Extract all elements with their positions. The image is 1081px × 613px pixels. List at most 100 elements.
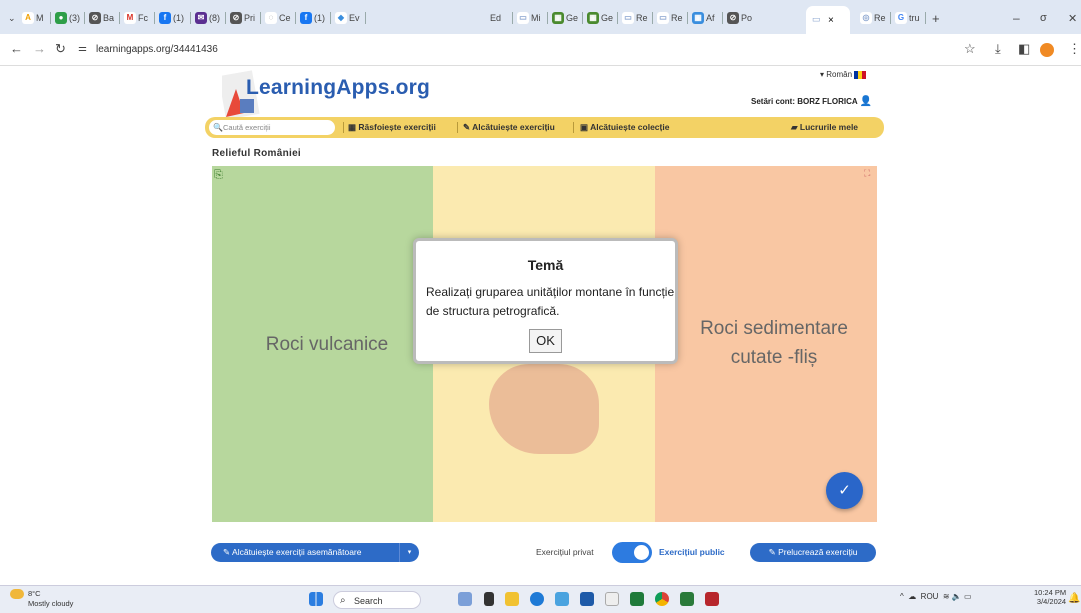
- tab-list-button[interactable]: ⌄: [8, 10, 16, 26]
- wifi-icon: ≋: [942, 592, 950, 601]
- tab-icon: ◎: [860, 12, 872, 24]
- dialog-text: Realizați gruparea unităților montane în…: [426, 285, 675, 318]
- language-selector[interactable]: ▾ Român: [820, 70, 867, 79]
- file-explorer-icon[interactable]: [505, 592, 519, 606]
- nav-my-work[interactable]: ▰ Lucrurile mele: [791, 122, 858, 133]
- taskbar-search[interactable]: ⌕ Search: [333, 591, 421, 609]
- edit-exercise-button[interactable]: ✎ Prelucrează exercițiu: [750, 543, 876, 562]
- ok-button[interactable]: OK: [529, 329, 562, 353]
- tab-5[interactable]: f (1): [159, 10, 184, 26]
- windows-start-icon[interactable]: [309, 592, 323, 606]
- search-input[interactable]: 🔍 Caută exerciții: [209, 120, 335, 135]
- nav-create[interactable]: ✎ Alcătuiește exercițiu: [463, 122, 555, 133]
- taskview-icon[interactable]: [484, 592, 494, 606]
- forward-icon[interactable]: →: [33, 41, 46, 56]
- excel-icon-2[interactable]: [680, 592, 694, 606]
- tab-4[interactable]: M Fc: [124, 10, 148, 26]
- task-icon[interactable]: ⎘: [214, 169, 223, 182]
- maximize-icon[interactable]: σ: [1040, 10, 1047, 26]
- menu-icon[interactable]: ⋮: [1068, 41, 1081, 57]
- tab-14[interactable]: ▦ Ge: [587, 10, 613, 26]
- fullscreen-icon[interactable]: ⛶: [864, 168, 870, 179]
- back-icon[interactable]: ←: [10, 41, 23, 56]
- chevron-down-icon[interactable]: ▾: [399, 543, 419, 562]
- group-label-3: Roci sedimentare cutate -fliș: [700, 318, 848, 368]
- new-tab-button[interactable]: +: [932, 10, 940, 26]
- hand-graphic: [489, 364, 599, 454]
- tab-10[interactable]: ◆ Ev: [335, 10, 360, 26]
- tab-18[interactable]: ⊘ Po: [727, 10, 752, 26]
- tab-20[interactable]: Gtru: [895, 10, 920, 26]
- site-info-icon[interactable]: ⚌: [78, 43, 87, 54]
- tab-icon: A: [22, 12, 34, 24]
- reload-icon[interactable]: ↻: [55, 41, 66, 57]
- search-icon: 🔍: [213, 123, 223, 132]
- store-icon[interactable]: [580, 592, 594, 606]
- edge-icon[interactable]: [530, 592, 544, 606]
- romania-flag-icon: [854, 70, 867, 79]
- tab-2[interactable]: ● (3): [55, 10, 80, 26]
- weather-widget[interactable]: 8°C Mostly cloudy: [10, 589, 73, 608]
- onedrive-icon: ☁: [908, 592, 917, 601]
- tab-icon: ▦: [552, 12, 564, 24]
- nav-browse[interactable]: ▦ Răsfoiește exerciții: [348, 122, 436, 133]
- tab-17[interactable]: ▦ Af: [692, 10, 715, 26]
- volume-icon: 🔈: [951, 592, 962, 601]
- tab-11[interactable]: Ed: [490, 10, 501, 26]
- public-label: Exercițiul public: [659, 547, 725, 557]
- gmail-icon: M: [124, 12, 136, 24]
- tab-3[interactable]: ⊘ Ba: [89, 10, 114, 26]
- excel-icon[interactable]: [630, 592, 644, 606]
- create-similar-button[interactable]: ✎ Alcătuiește exerciții asemănătoare ▾: [211, 543, 419, 562]
- tab-9[interactable]: f (1): [300, 10, 325, 26]
- bookmark-star-icon[interactable]: ☆: [964, 41, 976, 57]
- clock[interactable]: 10:24 PM 3/4/2024: [1034, 588, 1066, 606]
- tab-19[interactable]: ◎ Re: [860, 10, 886, 26]
- task-dialog: Temă Realizați gruparea unităților monta…: [413, 238, 678, 364]
- visibility-toggle[interactable]: [612, 542, 652, 563]
- active-tab[interactable]: ▭ ×: [806, 6, 850, 34]
- main-navbar: 🔍 Caută exerciții ▦ Răsfoiește exerciții …: [205, 117, 884, 138]
- widgets-app-icon[interactable]: [458, 592, 472, 606]
- site-logo[interactable]: LearningApps.org: [246, 76, 430, 100]
- acrobat-icon[interactable]: [705, 592, 719, 606]
- system-tray[interactable]: ^ ☁ ROU ≋ 🔈 ▭: [900, 592, 972, 601]
- download-icon[interactable]: ⤓: [995, 41, 1001, 57]
- tab-icon: ⊘: [89, 12, 101, 24]
- chevron-up-icon: ^: [900, 592, 904, 601]
- app-icon[interactable]: [555, 592, 569, 606]
- tab-16[interactable]: ▭ Re: [657, 10, 683, 26]
- account-settings[interactable]: Setări cont: BORZ FLORICA 👤: [751, 96, 872, 107]
- chrome-icon[interactable]: [655, 592, 669, 606]
- close-window-icon[interactable]: ✕: [1068, 10, 1077, 26]
- tab-7[interactable]: ⊘ Pri: [230, 10, 255, 26]
- tab-icon: ▦: [587, 12, 599, 24]
- sidebar-icon[interactable]: ◧: [1018, 41, 1030, 57]
- tab-close-icon[interactable]: ×: [828, 15, 834, 26]
- language-label: Român: [826, 70, 853, 79]
- google-icon: G: [895, 12, 907, 24]
- edit-icon: ✎: [223, 547, 231, 557]
- tab-icon: ◌: [265, 12, 277, 24]
- tab-icon: ⊘: [230, 12, 242, 24]
- tab-8[interactable]: ◌ Ce: [265, 10, 291, 26]
- nav-collection[interactable]: ▣ Alcătuiește colecție: [580, 122, 669, 133]
- profile-avatar[interactable]: [1040, 43, 1054, 57]
- tab-12[interactable]: ▭ Mi: [517, 10, 541, 26]
- notification-bell-icon[interactable]: 🔔: [1068, 593, 1080, 604]
- tab-13[interactable]: ▦ Ge: [552, 10, 578, 26]
- mail-icon: ✉: [195, 12, 207, 24]
- check-answers-button[interactable]: ✓: [826, 472, 863, 509]
- pencil-icon: ✎: [463, 122, 471, 132]
- address-bar[interactable]: learningapps.org/34441436: [96, 40, 296, 60]
- group-label-1: Roci vulcanice: [265, 334, 389, 355]
- check-icon: ✓: [838, 482, 851, 499]
- notes-icon[interactable]: [605, 592, 619, 606]
- grid-icon: ▦: [348, 122, 357, 132]
- minimize-icon[interactable]: –: [1013, 10, 1020, 26]
- tab-icon: ▭: [622, 12, 634, 24]
- tab-6[interactable]: ✉ (8): [195, 10, 220, 26]
- tab-1[interactable]: AM: [22, 10, 44, 26]
- browser-tab-strip: ⌄ AM ● (3) ⊘ Ba M Fc f (1) ✉ (8) ⊘ Pri ◌ Ce f (1…: [0, 0, 1081, 34]
- tab-15[interactable]: ▭ Re: [622, 10, 648, 26]
